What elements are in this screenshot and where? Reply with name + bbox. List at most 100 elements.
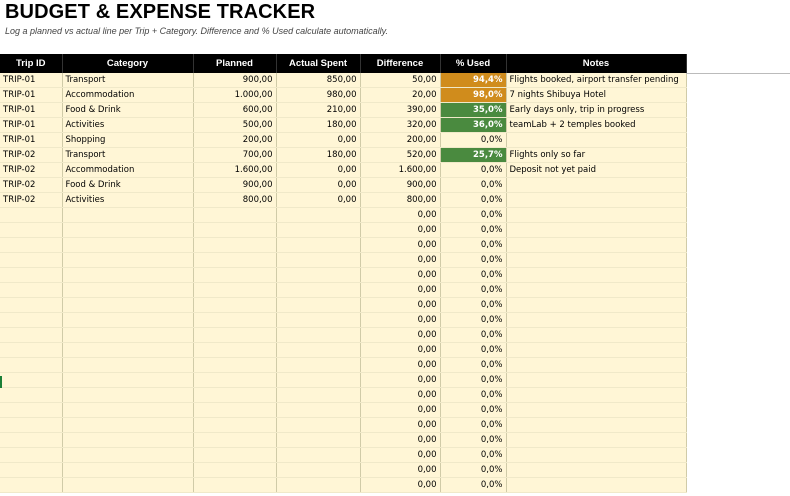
- cell-difference[interactable]: 0,00: [360, 357, 441, 373]
- cell-category[interactable]: Activities: [62, 117, 194, 133]
- cell-trip-id[interactable]: TRIP-02: [0, 177, 63, 193]
- col-header-difference[interactable]: Difference: [360, 54, 441, 73]
- cell-trip-id[interactable]: [0, 207, 63, 223]
- cell-pct-used[interactable]: 0,0%: [440, 357, 507, 373]
- cell-notes[interactable]: Flights booked, airport transfer pending: [506, 73, 687, 88]
- cell-trip-id[interactable]: [0, 252, 63, 268]
- cell-difference[interactable]: 200,00: [360, 132, 441, 148]
- cell-category[interactable]: [62, 222, 194, 238]
- cell-notes[interactable]: [506, 432, 687, 448]
- cell-planned[interactable]: 900,00: [193, 73, 277, 88]
- cell-notes[interactable]: 7 nights Shibuya Hotel: [506, 87, 687, 103]
- cell-actual-spent[interactable]: [276, 312, 361, 328]
- cell-actual-spent[interactable]: [276, 477, 361, 493]
- cell-difference[interactable]: 390,00: [360, 102, 441, 118]
- cell-difference[interactable]: 20,00: [360, 87, 441, 103]
- cell-difference[interactable]: 0,00: [360, 447, 441, 463]
- cell-pct-used[interactable]: 0,0%: [440, 402, 507, 418]
- cell-actual-spent[interactable]: 0,00: [276, 177, 361, 193]
- cell-category[interactable]: [62, 267, 194, 283]
- cell-category[interactable]: [62, 252, 194, 268]
- cell-notes[interactable]: [506, 372, 687, 388]
- cell-pct-used[interactable]: 0,0%: [440, 132, 507, 148]
- cell-category[interactable]: [62, 327, 194, 343]
- cell-category[interactable]: Transport: [62, 73, 194, 88]
- cell-planned[interactable]: [193, 387, 277, 403]
- cell-category[interactable]: [62, 282, 194, 298]
- cell-pct-used[interactable]: 94,4%: [440, 73, 507, 88]
- cell-planned[interactable]: 1.000,00: [193, 87, 277, 103]
- cell-notes[interactable]: Flights only so far: [506, 147, 687, 163]
- cell-category[interactable]: [62, 432, 194, 448]
- cell-notes[interactable]: teamLab + 2 temples booked: [506, 117, 687, 133]
- cell-trip-id[interactable]: [0, 327, 63, 343]
- cell-planned[interactable]: 700,00: [193, 147, 277, 163]
- cell-trip-id[interactable]: [0, 222, 63, 238]
- cell-notes[interactable]: [506, 252, 687, 268]
- cell-trip-id[interactable]: TRIP-02: [0, 147, 63, 163]
- cell-difference[interactable]: 50,00: [360, 73, 441, 88]
- cell-notes[interactable]: [506, 192, 687, 208]
- cell-pct-used[interactable]: 0,0%: [440, 252, 507, 268]
- cell-pct-used[interactable]: 0,0%: [440, 222, 507, 238]
- cell-trip-id[interactable]: [0, 402, 63, 418]
- col-header-pct-used[interactable]: % Used: [440, 54, 507, 73]
- cell-pct-used[interactable]: 25,7%: [440, 147, 507, 163]
- cell-category[interactable]: [62, 357, 194, 373]
- cell-trip-id[interactable]: [0, 312, 63, 328]
- cell-planned[interactable]: [193, 402, 277, 418]
- cell-trip-id[interactable]: TRIP-01: [0, 117, 63, 133]
- cell-notes[interactable]: [506, 282, 687, 298]
- cell-actual-spent[interactable]: 980,00: [276, 87, 361, 103]
- cell-notes[interactable]: Deposit not yet paid: [506, 162, 687, 178]
- cell-actual-spent[interactable]: 0,00: [276, 132, 361, 148]
- cell-notes[interactable]: [506, 207, 687, 223]
- cell-planned[interactable]: 600,00: [193, 102, 277, 118]
- cell-trip-id[interactable]: TRIP-01: [0, 132, 63, 148]
- cell-actual-spent[interactable]: [276, 432, 361, 448]
- cell-difference[interactable]: 520,00: [360, 147, 441, 163]
- cell-notes[interactable]: [506, 177, 687, 193]
- cell-trip-id[interactable]: [0, 447, 63, 463]
- cell-category[interactable]: [62, 447, 194, 463]
- col-header-planned[interactable]: Planned: [193, 54, 277, 73]
- cell-pct-used[interactable]: 0,0%: [440, 297, 507, 313]
- cell-category[interactable]: [62, 297, 194, 313]
- cell-actual-spent[interactable]: [276, 282, 361, 298]
- cell-actual-spent[interactable]: [276, 357, 361, 373]
- col-header-trip-id[interactable]: Trip ID: [0, 54, 63, 73]
- cell-difference[interactable]: 0,00: [360, 327, 441, 343]
- col-header-category[interactable]: Category: [62, 54, 194, 73]
- cell-trip-id[interactable]: [0, 417, 63, 433]
- cell-planned[interactable]: 800,00: [193, 192, 277, 208]
- cell-category[interactable]: [62, 342, 194, 358]
- cell-pct-used[interactable]: 0,0%: [440, 462, 507, 478]
- cell-difference[interactable]: 0,00: [360, 282, 441, 298]
- cell-difference[interactable]: 0,00: [360, 312, 441, 328]
- cell-notes[interactable]: [506, 327, 687, 343]
- cell-notes[interactable]: [506, 462, 687, 478]
- cell-trip-id[interactable]: [0, 342, 63, 358]
- cell-pct-used[interactable]: 0,0%: [440, 387, 507, 403]
- cell-pct-used[interactable]: 0,0%: [440, 372, 507, 388]
- cell-planned[interactable]: [193, 342, 277, 358]
- cell-notes[interactable]: [506, 357, 687, 373]
- cell-actual-spent[interactable]: [276, 207, 361, 223]
- cell-category[interactable]: Food & Drink: [62, 102, 194, 118]
- cell-pct-used[interactable]: 0,0%: [440, 417, 507, 433]
- cell-pct-used[interactable]: 36,0%: [440, 117, 507, 133]
- cell-category[interactable]: Accommodation: [62, 87, 194, 103]
- cell-trip-id[interactable]: [0, 282, 63, 298]
- cell-planned[interactable]: 200,00: [193, 132, 277, 148]
- cell-difference[interactable]: 1.600,00: [360, 162, 441, 178]
- cell-category[interactable]: [62, 387, 194, 403]
- cell-actual-spent[interactable]: [276, 252, 361, 268]
- cell-planned[interactable]: [193, 447, 277, 463]
- cell-difference[interactable]: 0,00: [360, 237, 441, 253]
- cell-actual-spent[interactable]: 180,00: [276, 147, 361, 163]
- cell-difference[interactable]: 0,00: [360, 222, 441, 238]
- cell-planned[interactable]: [193, 252, 277, 268]
- cell-notes[interactable]: [506, 297, 687, 313]
- cell-difference[interactable]: 0,00: [360, 387, 441, 403]
- cell-pct-used[interactable]: 0,0%: [440, 327, 507, 343]
